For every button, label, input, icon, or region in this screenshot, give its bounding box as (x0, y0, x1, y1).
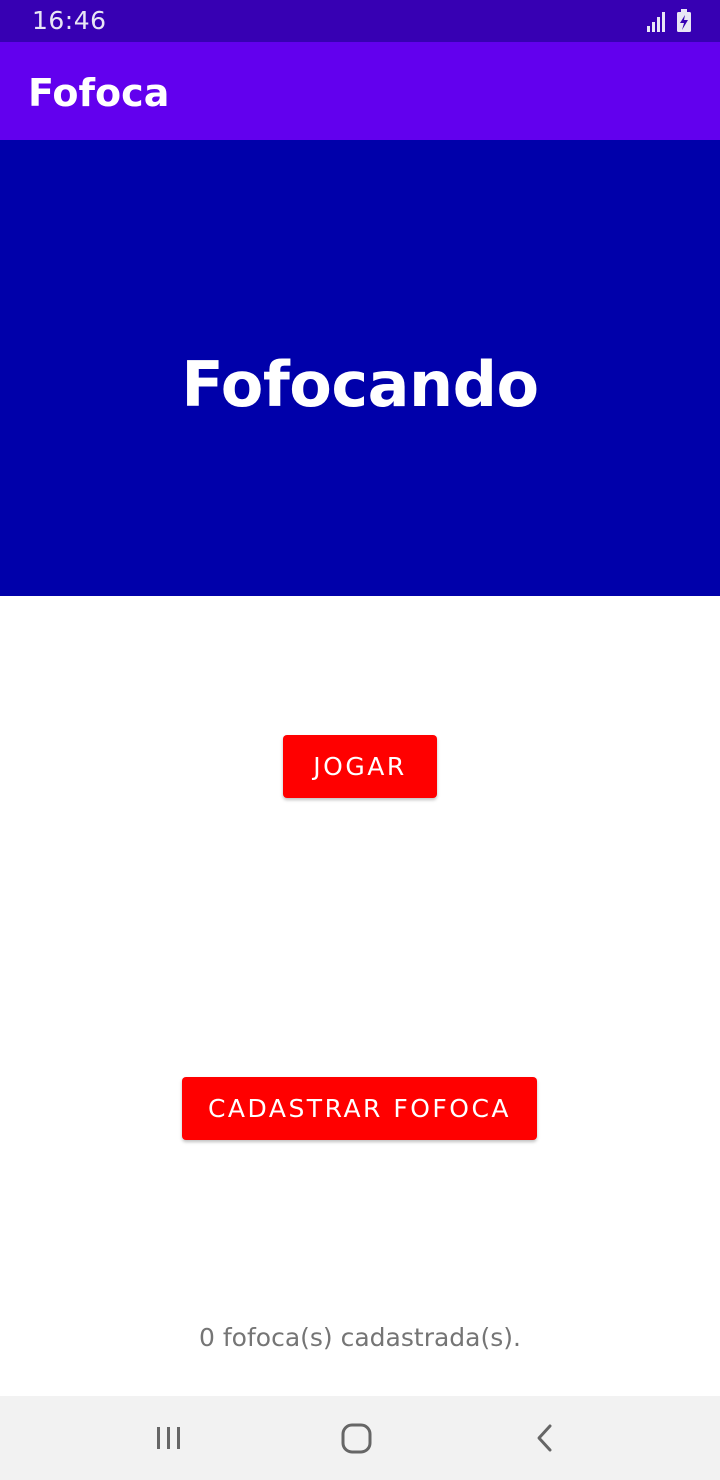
home-icon (341, 1423, 372, 1454)
recents-icon (157, 1427, 180, 1449)
back-icon (537, 1424, 552, 1452)
gossip-count-text: 0 fofoca(s) cadastrada(s). (199, 1323, 521, 1352)
back-button[interactable] (525, 1418, 565, 1458)
register-gossip-button[interactable]: CADASTRAR FOFOCA (182, 1077, 537, 1140)
status-time: 16:46 (32, 6, 107, 35)
app-title: Fofoca (28, 71, 170, 115)
app-bar: Fofoca (0, 42, 720, 140)
status-icons (646, 9, 692, 33)
hero-banner: Fofocando (0, 140, 720, 596)
status-bar: 16:46 (0, 0, 720, 42)
signal-icon (647, 12, 665, 32)
battery-charging-icon (677, 9, 691, 32)
system-navigation-bar (0, 1396, 720, 1480)
home-button[interactable] (337, 1418, 377, 1458)
recents-button[interactable] (149, 1418, 189, 1458)
play-button[interactable]: JOGAR (283, 735, 437, 798)
hero-title: Fofocando (181, 348, 539, 422)
